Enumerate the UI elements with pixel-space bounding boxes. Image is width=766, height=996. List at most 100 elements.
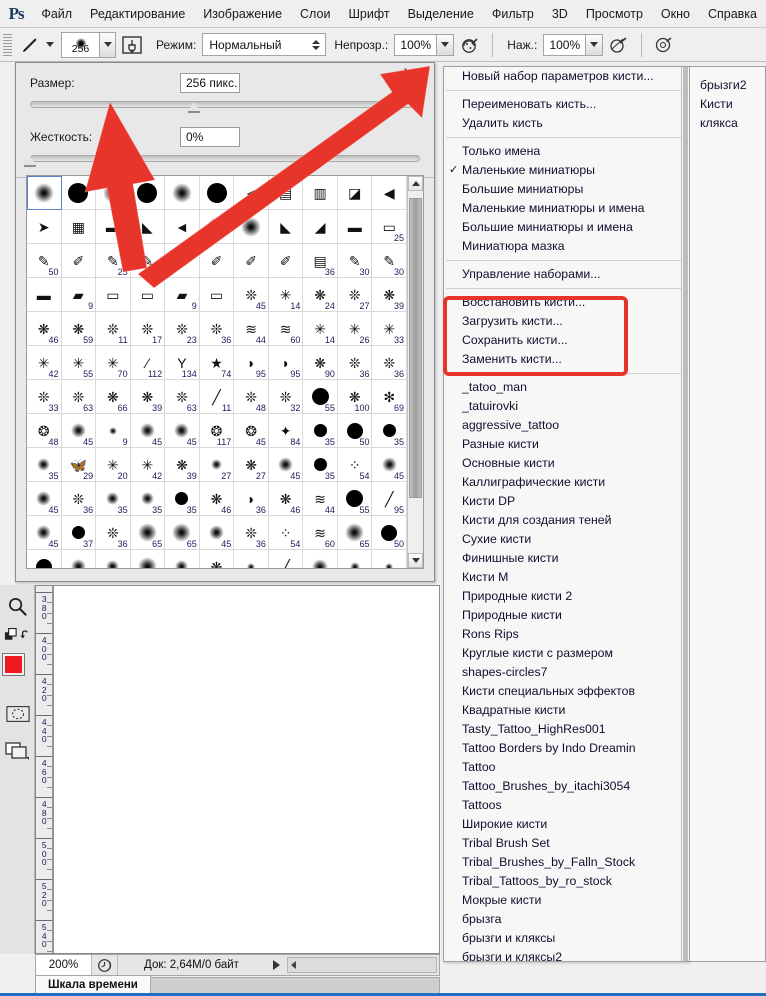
brush-preset-cell[interactable]: 45 [61, 550, 97, 568]
brush-preset-cell[interactable]: ❊ 36 [337, 346, 373, 380]
brush-preset-cell[interactable]: ✳ 42 [130, 448, 166, 482]
flyout-menu-item[interactable]: Каллиграфические кисти [444, 473, 689, 492]
screen-mode-icon[interactable] [0, 735, 35, 765]
flyout-menu-item[interactable]: Природные кисти 2 [444, 587, 689, 606]
brush-preset-cell[interactable]: ❂ 45 [234, 414, 269, 448]
brush-preset-cell[interactable]: ╱ 11 [199, 380, 235, 414]
scroll-left-icon[interactable] [291, 961, 296, 969]
brush-preset-cell[interactable]: ❋39 [372, 278, 407, 312]
brush-preset-cell[interactable]: ▰ 9 [61, 278, 97, 312]
brush-preset-cell[interactable]: ≋ 44 [303, 482, 338, 516]
brush-preset-cell[interactable] [61, 176, 97, 210]
brush-preset-cell[interactable]: ❋ 24 [303, 278, 338, 312]
brush-preset-cell[interactable]: ▬ [27, 278, 62, 312]
flyout-menu-item[interactable]: Сухие кисти [444, 530, 689, 549]
brush-preset-cell[interactable]: ❋ 46 [199, 482, 235, 516]
brush-preset-cell[interactable]: ≋ 60 [268, 312, 304, 346]
brush-preset-cell[interactable]: ❊ 32 [268, 380, 304, 414]
brush-preset-cell[interactable]: 55 [337, 482, 373, 516]
canvas[interactable] [54, 586, 439, 953]
brush-preset-cell[interactable]: 50 [337, 414, 373, 448]
flyout-menu-item[interactable]: Основные кисти [444, 454, 689, 473]
flyout-menu-item[interactable]: Миниатюра мазка [444, 237, 689, 256]
flyout-menu-item[interactable]: aggressive_tattoo [444, 416, 689, 435]
menu-item-help[interactable]: Справка [699, 0, 766, 28]
brush-preset-cell[interactable] [199, 210, 235, 244]
brush-preset-cell[interactable]: ▭ [96, 278, 131, 312]
brush-preset-cell[interactable]: ❊ 36 [61, 482, 97, 516]
brush-preset-cell[interactable]: ◗ 95 [234, 346, 269, 380]
brush-preset-cell[interactable]: ❊ 48 [234, 380, 269, 414]
brush-preset-cell[interactable]: ▤ 36 [303, 244, 338, 278]
brush-preset-cell[interactable]: ❊ 33 [27, 380, 62, 414]
brush-preset-cell[interactable]: ❊ 27 [337, 278, 373, 312]
timer-icon[interactable] [92, 955, 118, 975]
brush-preset-cell[interactable]: ≋ 60 [303, 516, 338, 550]
brush-preset-cell[interactable]: Y 134 [165, 346, 200, 380]
brush-preset-cell[interactable]: ✳ 70 [96, 346, 131, 380]
brush-preset-cell[interactable]: 9 [372, 550, 407, 568]
flyout-menu-item[interactable]: Tattoo [444, 758, 689, 777]
flyout-menu-item[interactable]: Природные кисти [444, 606, 689, 625]
brush-preset-cell[interactable]: ✐ [61, 244, 97, 278]
brush-preset-cell[interactable]: 45 [27, 516, 62, 550]
brush-preset-cell[interactable]: 45 [130, 414, 166, 448]
menu-item-layers[interactable]: Слои [291, 0, 339, 28]
brush-preset-cell[interactable]: 18 [337, 550, 373, 568]
brush-preset-cell[interactable] [165, 176, 200, 210]
brush-panel-flyout-menu[interactable]: Новый набор параметров кисти... Переимено… [443, 66, 690, 962]
flyout-menu-item[interactable]: Управление наборами... [444, 265, 689, 284]
brush-preset-cell[interactable]: 35 [130, 482, 166, 516]
foreground-color-swatch[interactable] [3, 654, 24, 675]
brush-preset-cell[interactable]: ❋39 [165, 448, 200, 482]
brush-preset-cell[interactable]: 9 [96, 414, 131, 448]
flyout-menu-item[interactable]: Кисти DP [444, 492, 689, 511]
brush-preset-cell[interactable]: ❊ 11 [96, 312, 131, 346]
brush-preset-cell[interactable]: ▬ [337, 210, 373, 244]
brush-preset-cell[interactable]: ✎ 50 [130, 244, 166, 278]
brush-preset-cell[interactable]: ╱95 [268, 550, 304, 568]
zoom-level-input[interactable]: 200% [36, 955, 92, 975]
brush-preset-cell[interactable]: 35 [27, 448, 62, 482]
flyout-menu-item[interactable]: Широкие кисти [444, 815, 689, 834]
brush-preset-cell[interactable]: 45 [165, 414, 200, 448]
flyout-menu-item[interactable]: Кисти специальных эффектов [444, 682, 689, 701]
brush-preset-cell[interactable]: ▰ 9 [165, 278, 200, 312]
brush-preset-cell[interactable]: ❊ 63 [165, 380, 200, 414]
brush-preset-cell[interactable]: ✳ 42 [27, 346, 62, 380]
brush-preset-cell[interactable]: 45 [61, 414, 97, 448]
menu-item-select[interactable]: Выделение [399, 0, 483, 28]
opacity-input[interactable]: 100% [394, 33, 437, 56]
brush-preset-cell[interactable]: ◗ 95 [268, 346, 304, 380]
brush-preset-cell[interactable]: 9 [234, 550, 269, 568]
brush-preset-cell[interactable]: ❊ 45 [234, 278, 269, 312]
flyout-menu-item[interactable]: _tatoo_man [444, 378, 689, 397]
brush-preset-cell[interactable]: ❋39 [199, 550, 235, 568]
brush-preset-cell[interactable]: 45 [199, 516, 235, 550]
brush-preset-cell[interactable]: ✎ 30 [372, 244, 407, 278]
brush-preset-cell[interactable]: ⁘ 54 [268, 516, 304, 550]
flyout-menu-item[interactable]: Удалить кисть [444, 114, 689, 133]
swap-colors-icon[interactable] [0, 621, 35, 651]
foreground-background-swatch[interactable] [0, 651, 35, 693]
options-bar-grip[interactable] [3, 33, 12, 56]
flow-dropdown[interactable] [585, 33, 604, 56]
brush-preset-cell[interactable] [96, 176, 131, 210]
brush-preset-cell[interactable]: ▥ [303, 176, 338, 210]
brush-preset-cell[interactable]: ❊ 23 [165, 312, 200, 346]
flyout-menu-item[interactable]: Кисти для создания теней [444, 511, 689, 530]
brush-grid-scroll-thumb[interactable] [409, 198, 422, 498]
brush-preset-cell[interactable]: ◣ [268, 210, 304, 244]
menu-item-filter[interactable]: Фильтр [483, 0, 543, 28]
brush-preset-cell[interactable]: ✳ 14 [268, 278, 304, 312]
brush-preset-cell[interactable]: ❂ 117 [199, 414, 235, 448]
menu-item-edit[interactable]: Редактирование [81, 0, 194, 28]
brush-preset-cell[interactable]: ❊ 36 [199, 312, 235, 346]
flyout-menu-item[interactable]: брызги и кляксы [444, 929, 689, 948]
flyout-menu-item[interactable]: Разные кисти [444, 435, 689, 454]
airbrush-icon[interactable] [606, 32, 632, 58]
brush-preset-cell[interactable]: ✎ 30 [337, 244, 373, 278]
brush-preset-grid[interactable]: ◄ ▤ ▥ ◪ ◀ ➤ ▦ ▬ ◣ ◄ ◣ ◢ ▬ ▭ 25 ✎ 50 ✐ ✎ 25 ✎ 50 ✐ ✐ ✐ ✐ ▤ 36 ✎ 30 ✎ 30 ▬… [26, 175, 424, 569]
brush-preset-cell[interactable]: 35 [372, 414, 407, 448]
scroll-up-icon[interactable] [408, 176, 423, 191]
